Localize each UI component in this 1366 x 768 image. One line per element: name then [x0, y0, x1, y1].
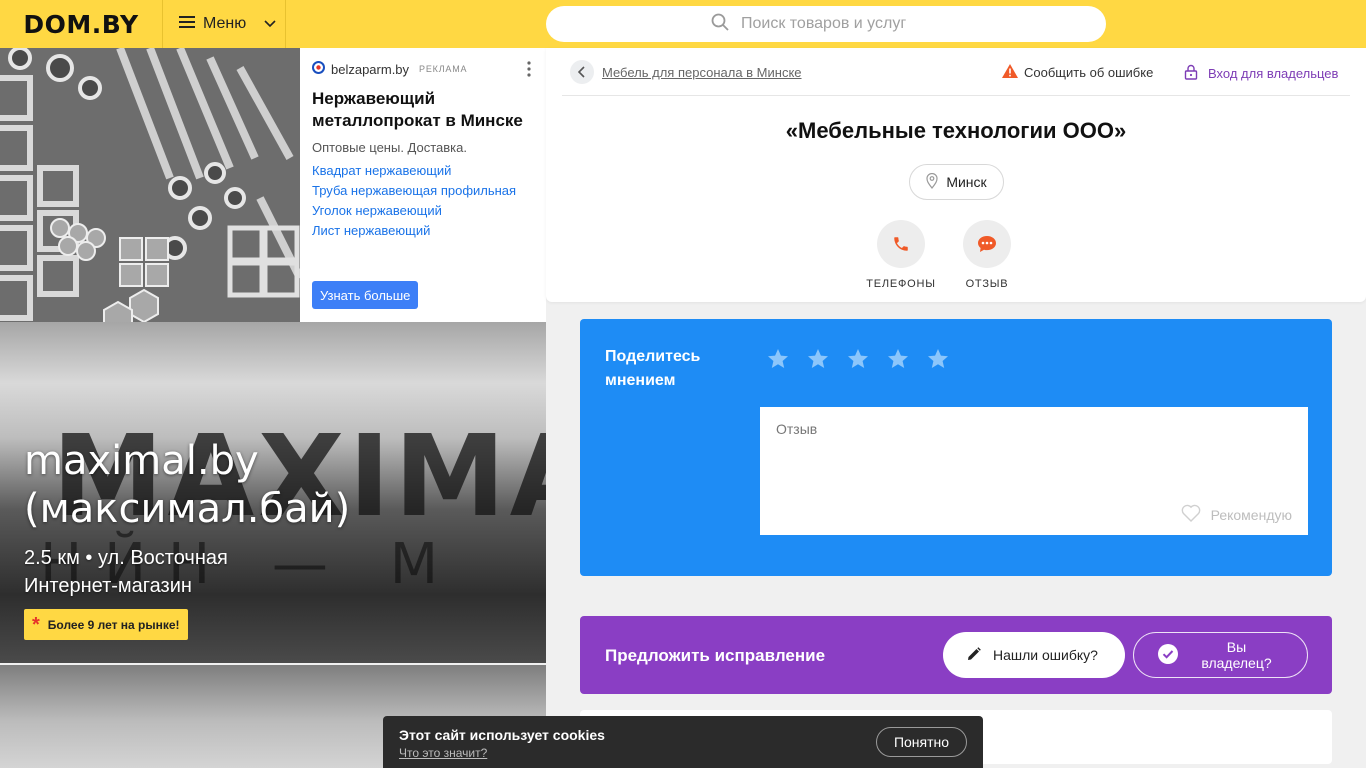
breadcrumb[interactable]: Мебель для персонала в Минске [602, 65, 802, 80]
ad-link-profile-pipe[interactable]: Труба нержавеющая профильная [312, 181, 536, 201]
review-input-box: Рекомендую [760, 407, 1308, 535]
recommend-label: Рекомендую [1210, 506, 1292, 523]
location-pin-icon [926, 172, 938, 192]
are-owner-button[interactable]: Вы владелец? [1133, 632, 1308, 678]
ad-image[interactable] [0, 48, 300, 322]
check-circle-icon [1158, 643, 1178, 667]
cookie-banner: Этот сайт использует cookies Что это зна… [383, 716, 983, 768]
rating-stars[interactable] [766, 347, 950, 371]
ad-description: Оптовые цены. Доставка. [312, 140, 467, 155]
promo-meta: 2.5 км • ул. Восточная Интернет-магазин [24, 544, 228, 600]
ad-title[interactable]: Нержавеющий металлопрокат в Минске [312, 88, 536, 132]
ad-learn-more-button[interactable]: Узнать больше [312, 281, 419, 309]
star-icon[interactable] [846, 347, 870, 371]
review-section: Поделитесь мнением Рекомендую [580, 319, 1332, 576]
city-button[interactable]: Минск [909, 164, 1004, 200]
owner-login-label: Вход для владельцев [1208, 66, 1339, 81]
are-owner-label: Вы владелец? [1201, 639, 1272, 671]
search-bar[interactable] [546, 6, 1106, 42]
promo-title-line2: (максимал.бай) [24, 486, 351, 532]
promo-card[interactable]: MAXIMA НЙН — М maximal.by (максимал.бай)… [0, 322, 546, 663]
review-label: ОТЗЫВ [965, 278, 1009, 290]
star-icon[interactable] [886, 347, 910, 371]
hamburger-icon [179, 15, 195, 34]
lock-icon [1184, 64, 1198, 83]
ad-source[interactable]: belzaparm.by РЕКЛАМА [312, 60, 536, 78]
ad-links: Квадрат нержавеющий Труба нержавеющая пр… [312, 161, 536, 241]
heart-icon [1181, 504, 1201, 525]
found-error-button[interactable]: Нашли ошибку? [943, 632, 1125, 678]
search-input[interactable] [741, 15, 941, 33]
promo-badge-text: Более 9 лет на рынке! [47, 617, 180, 632]
promo-category: Интернет-магазин [24, 575, 192, 597]
pencil-icon [967, 646, 981, 664]
promo-title: maximal.by (максимал.бай) [24, 437, 350, 533]
ad-link-angle[interactable]: Уголок нержавеющий [312, 201, 536, 221]
warning-icon [1002, 64, 1018, 81]
cookie-info-link[interactable]: Что это значит? [399, 746, 487, 760]
top-header: DOM.BY Меню [0, 0, 1366, 48]
promo-badge: * Более 9 лет на рынке! [24, 609, 188, 640]
chat-bubble-icon [963, 220, 1011, 268]
ad-link-square[interactable]: Квадрат нержавеющий [312, 161, 536, 181]
review-action[interactable]: ОТЗЫВ [947, 220, 1027, 290]
card-toolbar: Мебель для персонала в Минске Сообщить о… [562, 48, 1350, 96]
chevron-down-icon [264, 15, 276, 33]
cookie-text: Этот сайт использует cookies [399, 727, 605, 743]
suggest-title: Предложить исправление [605, 646, 826, 665]
owner-login-link[interactable]: Вход для владельцев [1184, 64, 1338, 83]
review-title: Поделитесь мнением [605, 348, 701, 389]
menu-label: Меню [203, 15, 247, 32]
company-card: Мебель для персонала в Минске Сообщить о… [546, 48, 1366, 302]
more-options-icon[interactable] [524, 60, 534, 78]
star-icon[interactable] [766, 347, 790, 371]
phones-action[interactable]: ТЕЛЕФОНЫ [861, 220, 941, 290]
phones-label: ТЕЛЕФОНЫ [866, 278, 936, 290]
ad-link-sheet[interactable]: Лист нержавеющий [312, 221, 536, 241]
report-error-label: Сообщить об ошибке [1024, 65, 1154, 80]
ad-body: belzaparm.by РЕКЛАМА Нержавеющий металло… [312, 60, 536, 241]
report-error-link[interactable]: Сообщить об ошибке [1002, 64, 1153, 81]
ad-banner: belzaparm.by РЕКЛАМА Нержавеющий металло… [0, 48, 546, 322]
search-icon [711, 13, 729, 36]
back-button[interactable] [570, 60, 594, 84]
city-label: Минск [946, 174, 987, 190]
ad-label: РЕКЛАМА [419, 64, 468, 74]
company-name: «Мебельные технологии ООО» [785, 118, 1127, 143]
star-icon[interactable] [806, 347, 830, 371]
menu-button[interactable]: Меню [163, 0, 286, 48]
cookie-accept-button[interactable]: Понятно [876, 727, 967, 757]
recommend-toggle[interactable]: Рекомендую [1181, 504, 1292, 525]
phone-icon [877, 220, 925, 268]
ad-source-name: belzaparm.by [331, 61, 410, 77]
found-error-label: Нашли ошибку? [993, 647, 1098, 663]
promo-title-line1: maximal.by [24, 438, 259, 484]
brand-logo-icon [312, 61, 325, 77]
site-logo[interactable]: DOM.BY [0, 0, 163, 48]
suggest-correction-section: Предложить исправление Нашли ошибку? Вы … [580, 616, 1332, 694]
star-icon[interactable] [926, 347, 950, 371]
chevron-left-icon [578, 66, 585, 78]
promo-address: 2.5 км • ул. Восточная [24, 547, 228, 569]
asterisk-icon: * [32, 613, 40, 636]
